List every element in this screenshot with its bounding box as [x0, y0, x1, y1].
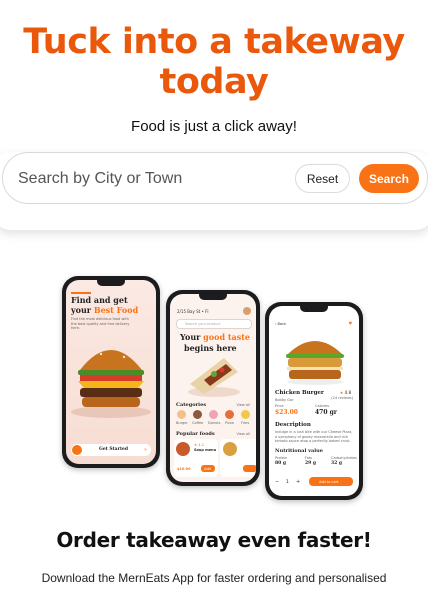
left-cta: Get Started	[99, 447, 129, 452]
middle-avatar	[243, 307, 251, 315]
add-to-cart-pill: Add to cart	[309, 477, 353, 486]
price-label: Price	[275, 404, 284, 408]
burger-image	[71, 346, 151, 418]
product-rating: ★ 4.8	[339, 390, 351, 395]
app-mockup-image: Find and get your Best Food Find the mos…	[62, 272, 364, 500]
search-button[interactable]: Search	[359, 164, 419, 193]
hero-subtitle: Food is just a click away!	[131, 118, 297, 135]
description-title: Description	[275, 422, 311, 428]
categories-title: Categories	[176, 402, 207, 408]
categories-link: View all	[236, 403, 250, 407]
popular-card-2	[220, 439, 256, 477]
back-label: ‹ Back	[275, 322, 287, 326]
popular-title: Popular foods	[176, 431, 215, 437]
wrap-image	[188, 358, 240, 397]
product-rating-sub: (24 reviews)	[331, 396, 353, 400]
hero-title-line2: today	[159, 62, 269, 102]
hero-title-line1: Tuck into a takeway	[23, 22, 405, 62]
left-heading-line2: your Best Food	[71, 305, 139, 315]
popular-link: View all	[236, 432, 250, 436]
middle-headline-2: begins here	[184, 343, 237, 353]
quantity-stepper: − 1 +	[275, 479, 301, 485]
middle-search-bar: Search your product	[176, 319, 252, 329]
phone-mockup-middle: 2/15 Bay St • Fl Search your product You…	[166, 290, 260, 486]
phone-mockup-left: Find and get your Best Food Find the mos…	[62, 276, 160, 468]
promo-title: Order takeaway even faster!	[56, 528, 372, 552]
chicken-burger-image	[286, 341, 344, 385]
phone-mockup-right: ‹ Back ♥ Chicken Burger ★ 4.8 (24 review…	[265, 302, 363, 500]
search-input[interactable]	[18, 168, 268, 190]
reset-button[interactable]: Reset	[295, 164, 350, 193]
calories-label: Calories	[315, 404, 330, 408]
nutrition-title: Nutritional value	[275, 448, 323, 454]
get-started-pill: Get Started »	[71, 444, 151, 456]
product-name: Chicken Burger	[275, 390, 324, 396]
page: Tuck into a takeway today Food is just a…	[0, 0, 428, 590]
favorite-icon: ♥	[348, 321, 352, 327]
hero-title: Tuck into a takeway today	[0, 22, 428, 102]
description-text: Indulge in a lush bite with our Cheese P…	[275, 430, 353, 444]
popular-card: ★ 4.2 Soup menu $10.00 Add	[174, 439, 218, 477]
left-heading-line1: Find and get	[71, 295, 128, 305]
middle-headline-1: Your good taste	[180, 332, 250, 342]
category-row: Burger Coffee Donuts Pizza Fries	[174, 410, 256, 428]
promo-subtitle: Download the MernEats App for faster ord…	[41, 571, 387, 585]
product-price: $23.00	[275, 409, 298, 416]
product-calories: 470 gr	[315, 409, 337, 416]
middle-location: 2/15 Bay St • Fl	[177, 309, 209, 314]
left-body: Find the most delicious food with the be…	[71, 317, 130, 330]
product-store: Bobby Gar	[275, 398, 294, 402]
